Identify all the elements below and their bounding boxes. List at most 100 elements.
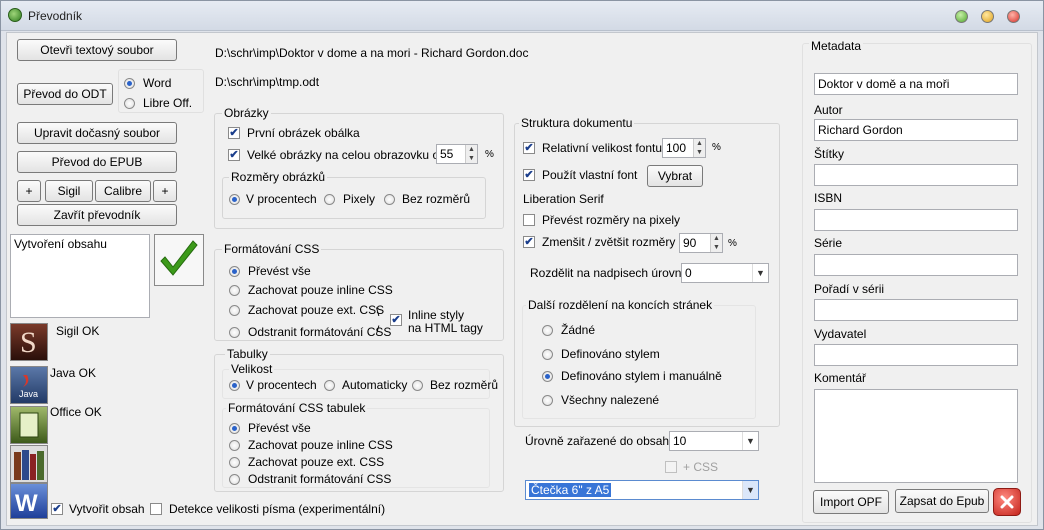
css-ext-label: Zachovat pouze ext. CSS xyxy=(248,303,385,317)
tags-field[interactable] xyxy=(814,164,1018,186)
ps-all-radio[interactable] xyxy=(542,395,553,406)
img-dims-pixels-radio[interactable] xyxy=(324,194,335,205)
comment-field[interactable] xyxy=(814,389,1018,483)
calibre-button[interactable]: Calibre xyxy=(95,180,151,202)
app-window: Převodník Otevři textový soubor Převod d… xyxy=(0,0,1044,530)
shrink-checkbox[interactable] xyxy=(523,236,535,248)
add-left-button[interactable]: + xyxy=(17,180,41,202)
spin-down-icon[interactable]: ▼ xyxy=(465,154,477,163)
author-label: Autor xyxy=(814,103,843,117)
css-separator-top: \ xyxy=(376,305,380,319)
radio-word[interactable] xyxy=(124,78,135,89)
css-ext-radio[interactable] xyxy=(229,305,240,316)
spin-up-icon[interactable]: ▲ xyxy=(710,234,722,243)
close-converter-button[interactable]: Zavřít převodník xyxy=(17,204,177,226)
app-icon xyxy=(8,8,22,22)
series-order-field[interactable] xyxy=(814,299,1018,321)
img-dims-none-radio[interactable] xyxy=(384,194,395,205)
isbn-field[interactable] xyxy=(814,209,1018,231)
relative-font-spinner[interactable]: 100 ▲ ▼ xyxy=(662,138,706,158)
window-title: Převodník xyxy=(28,9,83,23)
target-path: D:\schr\imp\tmp.odt xyxy=(215,75,320,89)
tbl-css-remove-radio[interactable] xyxy=(229,474,240,485)
tbl-size-percent-radio[interactable] xyxy=(229,380,240,391)
font-size-detect-checkbox[interactable] xyxy=(150,503,162,515)
chevron-down-icon[interactable]: ▼ xyxy=(742,481,758,499)
own-font-label: Použít vlastní font xyxy=(542,168,638,182)
reader-profile-select[interactable]: Čtečka 6" z A5 ▼ xyxy=(525,480,759,500)
reader-profile-value: Čtečka 6" z A5 xyxy=(529,483,612,497)
img-dims-pixels-label: Pixely xyxy=(343,192,376,206)
ps-style-radio[interactable] xyxy=(542,349,553,360)
ps-none-radio[interactable] xyxy=(542,325,553,336)
choose-font-button[interactable]: Vybrat xyxy=(647,165,703,187)
first-cover-checkbox[interactable] xyxy=(228,127,240,139)
tbl-css-ext-radio[interactable] xyxy=(229,457,240,468)
convert-epub-button[interactable]: Převod do EPUB xyxy=(17,151,177,173)
css-inline-radio[interactable] xyxy=(229,285,240,296)
open-file-button[interactable]: Otevři textový soubor xyxy=(17,39,177,61)
spin-up-icon[interactable]: ▲ xyxy=(693,139,705,148)
series-order-label: Pořadí v sérii xyxy=(814,282,885,296)
delete-icon[interactable] xyxy=(993,488,1021,516)
success-check-icon xyxy=(154,234,204,286)
px-convert-checkbox[interactable] xyxy=(523,214,535,226)
maximize-button[interactable] xyxy=(981,10,994,23)
big-images-spinner[interactable]: 55 ▲ ▼ xyxy=(436,144,478,164)
tbl-css-remove-label: Odstranit formátování CSS xyxy=(248,472,392,486)
spin-down-icon[interactable]: ▼ xyxy=(693,148,705,157)
tbl-size-none-label: Bez rozměrů xyxy=(430,378,499,392)
css-remove-radio[interactable] xyxy=(229,327,240,338)
write-epub-button[interactable]: Zapsat do Epub xyxy=(895,489,989,513)
title-bar[interactable]: Převodník xyxy=(1,1,1043,31)
css-inline-label: Zachovat pouze inline CSS xyxy=(248,283,393,297)
author-field[interactable]: Richard Gordon xyxy=(814,119,1018,141)
convert-odt-button[interactable]: Převod do ODT xyxy=(17,83,113,105)
minimize-button[interactable] xyxy=(955,10,968,23)
spin-up-icon[interactable]: ▲ xyxy=(465,145,477,154)
image-dims-title: Rozměry obrázků xyxy=(229,170,328,184)
book-title-field[interactable]: Doktor v domě a na moři xyxy=(814,73,1018,95)
spin-down-icon[interactable]: ▼ xyxy=(710,243,722,252)
shrink-spinner[interactable]: 90 ▲ ▼ xyxy=(679,233,723,253)
svg-text:W: W xyxy=(15,490,38,517)
table-css-title: Formátování CSS tabulek xyxy=(226,401,368,415)
create-toc-checkbox[interactable] xyxy=(51,503,63,515)
log-box[interactable]: Vytvoření obsahu xyxy=(10,234,150,318)
create-toc-label: Vytvořit obsah xyxy=(69,502,145,516)
chevron-down-icon[interactable]: ▼ xyxy=(742,432,758,450)
series-field[interactable] xyxy=(814,254,1018,276)
structure-title: Struktura dokumentu xyxy=(519,116,635,130)
publisher-field[interactable] xyxy=(814,344,1018,366)
toc-levels-select[interactable]: 10 ▼ xyxy=(669,431,759,451)
css-all-radio[interactable] xyxy=(229,266,240,277)
radio-word-label: Word xyxy=(143,76,172,90)
relative-font-checkbox[interactable] xyxy=(523,142,535,154)
edit-temp-button[interactable]: Upravit dočasný soubor xyxy=(17,122,177,144)
toc-levels-value: 10 xyxy=(673,434,687,448)
import-opf-button[interactable]: Import OPF xyxy=(813,490,889,514)
tbl-css-all-radio[interactable] xyxy=(229,423,240,434)
publisher-label: Vydavatel xyxy=(814,327,867,341)
inline-html-label-2: na HTML tagy xyxy=(408,321,483,335)
big-images-value: 55 xyxy=(440,147,454,161)
img-dims-percent-label: V procentech xyxy=(246,192,317,206)
radio-libre-label: Libre Off. xyxy=(143,96,193,110)
inline-html-checkbox[interactable] xyxy=(390,314,402,326)
chevron-down-icon[interactable]: ▼ xyxy=(752,264,768,282)
css-extra-checkbox[interactable] xyxy=(665,461,677,473)
relative-font-value: 100 xyxy=(666,141,687,155)
ps-style-manual-radio[interactable] xyxy=(542,371,553,382)
img-dims-percent-radio[interactable] xyxy=(229,194,240,205)
own-font-checkbox[interactable] xyxy=(523,169,535,181)
add-right-button[interactable]: + xyxy=(153,180,177,202)
tbl-size-none-radio[interactable] xyxy=(412,380,423,391)
tbl-css-ext-label: Zachovat pouze ext. CSS xyxy=(248,455,385,469)
tbl-size-auto-radio[interactable] xyxy=(324,380,335,391)
big-images-checkbox[interactable] xyxy=(228,149,240,161)
split-level-select[interactable]: 0 ▼ xyxy=(681,263,769,283)
sigil-button[interactable]: Sigil xyxy=(45,180,93,202)
radio-libre[interactable] xyxy=(124,98,135,109)
close-window-button[interactable] xyxy=(1007,10,1020,23)
tbl-css-inline-radio[interactable] xyxy=(229,440,240,451)
